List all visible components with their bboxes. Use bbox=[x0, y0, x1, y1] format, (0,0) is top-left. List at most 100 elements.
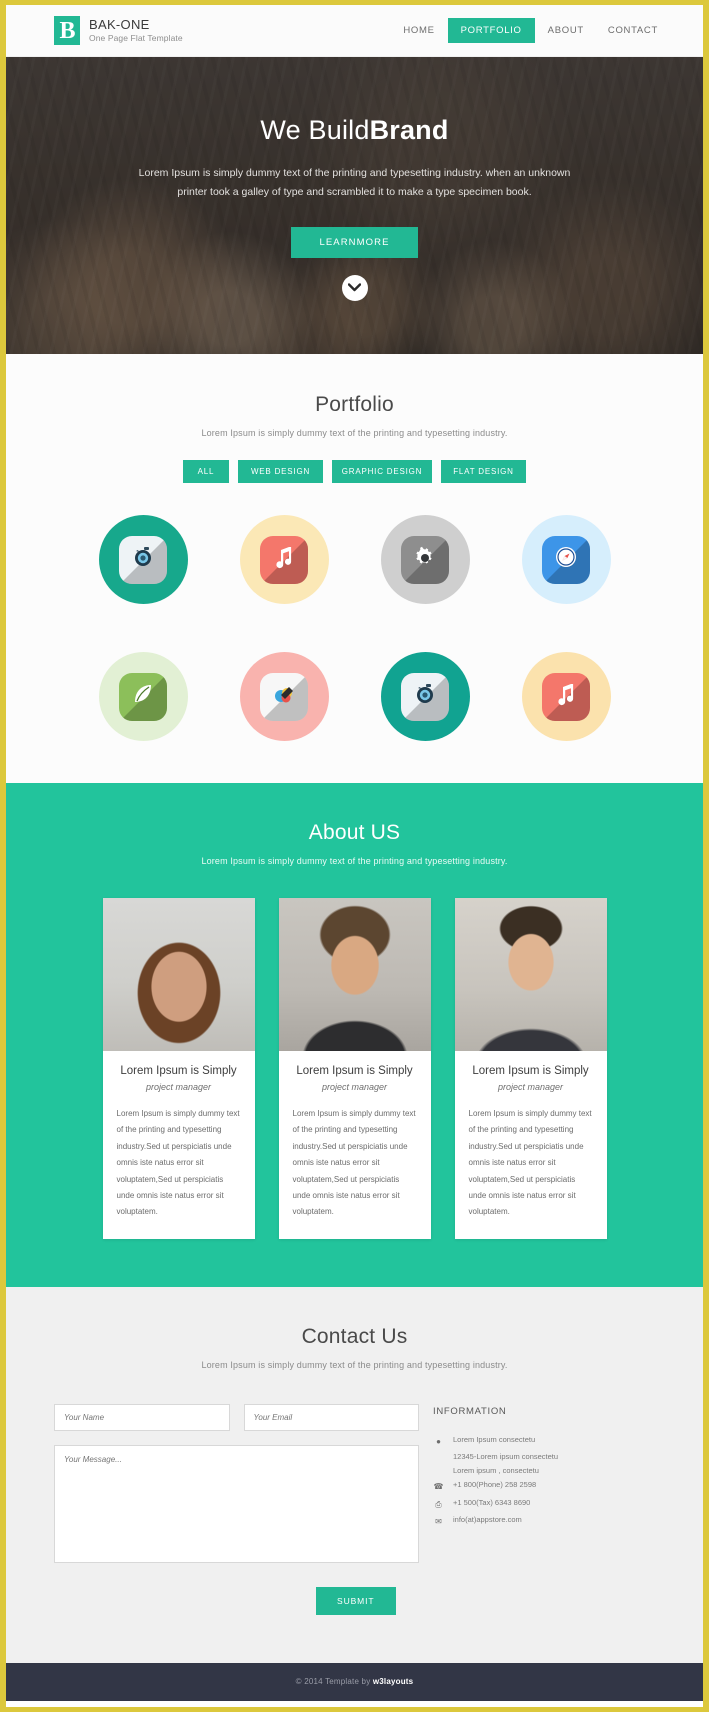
email-input[interactable] bbox=[243, 1403, 419, 1431]
team-member-bio: Lorem Ipsum is simply dummy text of the … bbox=[116, 1109, 240, 1217]
submit-button[interactable]: SUBMIT bbox=[316, 1586, 396, 1615]
email-line: ✉ info(at)appstore.com bbox=[433, 1513, 655, 1529]
portfolio-title: Portfolio bbox=[315, 393, 394, 416]
phone-text: +1 800(Phone) 258 2598 bbox=[453, 1480, 537, 1490]
music-icon-glyph bbox=[271, 544, 297, 575]
team-member-photo bbox=[278, 898, 431, 1051]
team-card[interactable]: Lorem Ipsum is Simply project manager Lo… bbox=[102, 898, 255, 1239]
hero-subtitle: Lorem Ipsum is simply dummy text of the … bbox=[138, 167, 571, 199]
nav-item-home[interactable]: HOME bbox=[392, 18, 445, 43]
portfolio-item[interactable] bbox=[98, 652, 188, 741]
portfolio-grid bbox=[6, 515, 703, 741]
brand[interactable]: B BAK-ONE One Page Flat Template bbox=[54, 16, 183, 45]
nav-item-contact[interactable]: CONTACT bbox=[597, 18, 669, 43]
map-pin-icon: ● bbox=[436, 1436, 441, 1446]
leaf-icon bbox=[119, 672, 167, 721]
team-member-photo bbox=[102, 898, 255, 1051]
footer-copyright: © 2014 Template by w3layouts bbox=[296, 1677, 414, 1686]
portfolio-item[interactable] bbox=[239, 515, 329, 604]
contact-form: SUBMIT bbox=[54, 1403, 419, 1615]
portfolio-subtitle: Lorem Ipsum is simply dummy text of the … bbox=[201, 428, 508, 438]
compass-icon bbox=[542, 535, 590, 584]
about-title: About US bbox=[308, 821, 401, 844]
envelope-icon: ✉ bbox=[435, 1516, 442, 1526]
about-section: About US Lorem Ipsum is simply dummy tex… bbox=[6, 783, 703, 1287]
hero-title-bold: Brand bbox=[369, 115, 449, 145]
camera-icon bbox=[119, 535, 167, 584]
portfolio-item[interactable] bbox=[98, 515, 188, 604]
camera-icon bbox=[401, 672, 449, 721]
leaf-icon-glyph bbox=[130, 681, 156, 712]
hero-banner: We BuildBrand Lorem Ipsum is simply dumm… bbox=[6, 57, 703, 354]
portfolio-filters: ALL WEB DESIGN GRAPHIC DESIGN FLAT DESIG… bbox=[6, 460, 703, 483]
main-nav: HOME PORTFOLIO ABOUT CONTACT bbox=[392, 18, 669, 43]
camera-icon-glyph bbox=[411, 680, 439, 713]
team-card[interactable]: Lorem Ipsum is Simply project manager Lo… bbox=[278, 898, 431, 1239]
address-line: ● Lorem Ipsum consectetu bbox=[433, 1433, 655, 1449]
team-member-name: Lorem Ipsum is Simply bbox=[472, 1065, 589, 1077]
address-text-2: 12345-Lorem ipsum consectetu bbox=[453, 1451, 559, 1461]
team-member-bio: Lorem Ipsum is simply dummy text of the … bbox=[468, 1109, 592, 1217]
filter-flat-design[interactable]: FLAT DESIGN bbox=[441, 460, 526, 483]
filter-graphic-design[interactable]: GRAPHIC DESIGN bbox=[332, 460, 432, 483]
nav-item-portfolio[interactable]: PORTFOLIO bbox=[447, 18, 535, 43]
team-member-photo bbox=[454, 898, 607, 1051]
fax-line: ⎙ +1 500(Tax) 6343 8690 bbox=[433, 1496, 655, 1512]
team-member-bio: Lorem Ipsum is simply dummy text of the … bbox=[292, 1109, 416, 1217]
printer-icon: ⎙ bbox=[435, 1499, 442, 1509]
hero-title: We BuildBrand bbox=[6, 115, 703, 146]
camera-icon-glyph bbox=[129, 543, 157, 576]
address-text-1: Lorem Ipsum consectetu bbox=[453, 1434, 536, 1444]
filter-all[interactable]: ALL bbox=[183, 460, 229, 483]
team-list: Lorem Ipsum is Simply project manager Lo… bbox=[6, 898, 703, 1239]
information-heading: INFORMATION bbox=[433, 1405, 507, 1417]
gear-icon bbox=[401, 535, 449, 584]
contact-section: Contact Us Lorem Ipsum is simply dummy t… bbox=[6, 1286, 703, 1663]
team-member-name: Lorem Ipsum is Simply bbox=[120, 1065, 237, 1077]
about-subtitle: Lorem Ipsum is simply dummy text of the … bbox=[201, 856, 508, 866]
team-card[interactable]: Lorem Ipsum is Simply project manager Lo… bbox=[454, 898, 607, 1239]
hero-title-light: We Build bbox=[260, 115, 370, 145]
brand-name: BAK-ONE bbox=[89, 16, 150, 32]
nav-item-about[interactable]: ABOUT bbox=[537, 18, 595, 43]
portfolio-item[interactable] bbox=[521, 515, 611, 604]
message-textarea[interactable] bbox=[54, 1444, 419, 1563]
learn-more-button[interactable]: LEARNMORE bbox=[291, 226, 418, 258]
filter-web-design[interactable]: WEB DESIGN bbox=[238, 460, 323, 483]
address-text-3: Lorem ipsum , consectetu bbox=[453, 1466, 539, 1476]
portfolio-item[interactable] bbox=[380, 652, 470, 741]
logo-icon: B bbox=[54, 16, 80, 45]
portfolio-item[interactable] bbox=[380, 515, 470, 604]
team-member-role: project manager bbox=[145, 1082, 212, 1092]
footer-brand-link[interactable]: w3layouts bbox=[373, 1677, 413, 1686]
footer-copyright-text: © 2014 Template by bbox=[295, 1677, 373, 1687]
music-icon-glyph bbox=[553, 681, 579, 712]
palette-icon bbox=[260, 672, 308, 721]
contact-information: INFORMATION ● Lorem Ipsum consectetu 123… bbox=[433, 1404, 655, 1615]
music-icon bbox=[542, 672, 590, 721]
page-root: B BAK-ONE One Page Flat Template HOME PO… bbox=[0, 0, 709, 1712]
scroll-down-button[interactable] bbox=[341, 274, 368, 301]
name-input[interactable] bbox=[54, 1403, 230, 1431]
phone-icon: ☎ bbox=[433, 1482, 444, 1492]
palette-icon-glyph bbox=[270, 680, 298, 713]
contact-title: Contact Us bbox=[301, 1324, 408, 1348]
contact-subtitle: Lorem Ipsum is simply dummy text of the … bbox=[201, 1359, 508, 1370]
brand-tagline: One Page Flat Template bbox=[89, 33, 183, 44]
portfolio-item[interactable] bbox=[521, 652, 611, 741]
email-text[interactable]: info(at)appstore.com bbox=[453, 1513, 522, 1529]
compass-icon-glyph bbox=[552, 543, 580, 576]
logo-letter: B bbox=[59, 17, 75, 44]
music-icon bbox=[260, 535, 308, 584]
team-member-role: project manager bbox=[321, 1082, 388, 1092]
fax-text: +1 500(Tax) 6343 8690 bbox=[453, 1497, 531, 1507]
gear-icon-glyph bbox=[412, 544, 438, 575]
team-member-name: Lorem Ipsum is Simply bbox=[296, 1065, 413, 1077]
team-member-role: project manager bbox=[497, 1082, 564, 1092]
portfolio-section: Portfolio Lorem Ipsum is simply dummy te… bbox=[6, 354, 703, 783]
portfolio-item[interactable] bbox=[239, 652, 329, 741]
chevron-down-icon bbox=[348, 283, 361, 292]
site-footer: © 2014 Template by w3layouts bbox=[6, 1662, 703, 1701]
site-header: B BAK-ONE One Page Flat Template HOME PO… bbox=[6, 5, 703, 57]
phone-line: ☎ +1 800(Phone) 258 2598 bbox=[433, 1478, 655, 1494]
